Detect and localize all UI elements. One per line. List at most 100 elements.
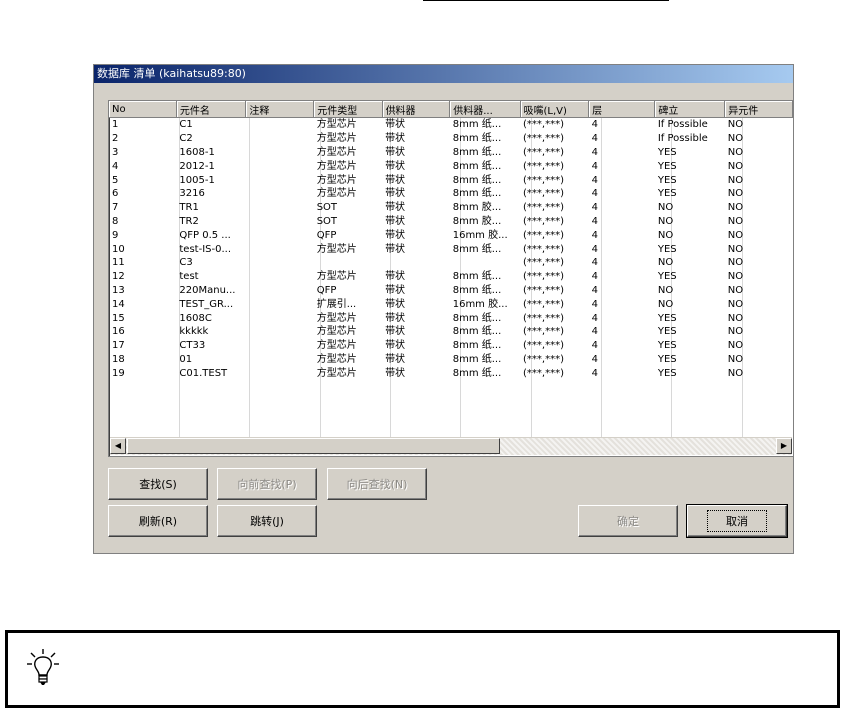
table-row[interactable]: 18 01 方型芯片 带状 8mm 纸... (***,***) 4 YES NO xyxy=(109,353,793,367)
table-cell: 8mm 纸... xyxy=(452,353,502,365)
tip-box xyxy=(5,630,840,708)
table-cell: 19 xyxy=(112,367,125,379)
table-row[interactable]: 6 3216 方型芯片 带状 8mm 纸... (***,***) 4 YES NO xyxy=(109,187,793,201)
table-cell: 4 xyxy=(591,243,598,255)
scroll-left-button[interactable]: ◀ xyxy=(110,438,126,454)
lightbulb-icon xyxy=(27,649,59,685)
table-row[interactable]: 11 C3 (***,***) 4 NO NO xyxy=(109,256,793,270)
column-header[interactable]: 异元件 xyxy=(724,101,793,118)
column-header[interactable]: 元件名 xyxy=(176,101,247,118)
column-header[interactable]: No xyxy=(109,101,177,118)
find-next-button[interactable]: 向后查找(N) xyxy=(327,468,427,500)
column-header[interactable]: 注释 xyxy=(245,101,315,118)
table-cell: 8mm 胶... xyxy=(452,215,502,227)
table-row[interactable]: 15 1608C 方型芯片 带状 8mm 纸... (***,***) 4 YES NO xyxy=(109,311,793,325)
empty-row xyxy=(109,394,793,408)
table-cell: NO xyxy=(727,160,744,172)
column-header[interactable]: 供料器... xyxy=(449,101,521,118)
empty-cell xyxy=(725,408,793,422)
table-cell: C3 xyxy=(179,257,193,269)
table-cell: YES xyxy=(657,188,677,200)
table-row[interactable]: 19 C01.TEST 方型芯片 带状 8mm 纸... (***,***) 4 YES NO xyxy=(109,366,793,380)
find-button[interactable]: 查找(S) xyxy=(108,468,208,500)
empty-cell xyxy=(655,394,725,408)
jump-button[interactable]: 跳转(J) xyxy=(217,505,317,537)
table-cell xyxy=(246,297,314,311)
table-cell xyxy=(246,159,314,173)
table-cell: 8mm 纸... xyxy=(452,188,502,200)
table-cell: 8mm 纸... xyxy=(452,312,502,324)
table-row[interactable]: 9 QFP 0.5 ... QFP 带状 16mm 胶... (***,***) 4 NO NO xyxy=(109,228,793,242)
find-prev-button[interactable]: 向前查找(P) xyxy=(217,468,317,500)
table-row[interactable]: 10 test-IS-0... 方型芯片 带状 8mm 纸... (***,***) 4 YE… xyxy=(109,242,793,256)
table-cell xyxy=(246,118,314,132)
table-cell: SOT xyxy=(316,215,338,227)
table-row[interactable]: 7 TR1 SOT 带状 8mm 胶... (***,***) 4 NO NO xyxy=(109,201,793,215)
column-header[interactable]: 层 xyxy=(588,101,656,118)
cancel-button[interactable]: 取消 xyxy=(686,504,788,538)
table-cell: (***,***) xyxy=(523,229,564,241)
table-cell: 带状 xyxy=(385,119,406,131)
table-cell: 8mm 纸... xyxy=(452,243,502,255)
scroll-thumb[interactable] xyxy=(127,438,500,454)
refresh-button[interactable]: 刷新(R) xyxy=(108,505,208,537)
table-row[interactable]: 14 TEST_GR... 扩展引... 带状 16mm 胶... (***,***) 4 N… xyxy=(109,297,793,311)
table-cell: 带状 xyxy=(385,312,406,324)
table-cell: NO xyxy=(727,340,744,352)
column-header[interactable]: 碑立 xyxy=(654,101,726,118)
table-row[interactable]: 2 C2 方型芯片 带状 8mm 纸... (***,***) 4 If Possible NO xyxy=(109,132,793,146)
table-cell: CT33 xyxy=(179,340,206,352)
table-cell: QFP xyxy=(316,284,337,296)
table-row[interactable]: 8 TR2 SOT 带状 8mm 胶... (***,***) 4 NO NO xyxy=(109,215,793,229)
table-cell: 4 xyxy=(591,284,598,296)
table-cell: 8 xyxy=(112,215,119,227)
table-cell: NO xyxy=(727,202,744,214)
table-cell: YES xyxy=(657,326,677,338)
title-bar[interactable]: 数据库 清单 (kaihatsu89:80) xyxy=(94,65,793,83)
table-row[interactable]: 12 test 方型芯片 带状 8mm 纸... (***,***) 4 YES NO xyxy=(109,270,793,284)
table-row[interactable]: 17 CT33 方型芯片 带状 8mm 纸... (***,***) 4 YES NO xyxy=(109,339,793,353)
table-cell: YES xyxy=(657,243,677,255)
table-cell: TR2 xyxy=(179,215,199,227)
table-cell: (***,***) xyxy=(523,174,564,186)
table-cell: NO xyxy=(727,229,744,241)
empty-cell xyxy=(520,422,589,436)
table-row[interactable]: 1 C1 方型芯片 带状 8mm 纸... (***,***) 4 If Possible NO xyxy=(109,118,793,132)
table-cell: NO xyxy=(727,367,744,379)
empty-row xyxy=(109,422,793,436)
column-header[interactable]: 元件类型 xyxy=(313,101,383,118)
table-cell: (***,***) xyxy=(523,271,564,283)
column-header[interactable]: 供料器 xyxy=(382,101,451,118)
horizontal-scrollbar[interactable]: ◀ ▶ xyxy=(110,437,792,455)
table-cell: 8mm 纸... xyxy=(452,326,502,338)
table-cell: (***,***) xyxy=(523,257,564,269)
table-cell: SOT xyxy=(316,202,338,214)
table-cell: (***,***) xyxy=(523,298,564,310)
scroll-right-button[interactable]: ▶ xyxy=(776,438,792,454)
table-cell xyxy=(246,366,314,380)
ok-button[interactable]: 确定 xyxy=(578,505,678,537)
table-row[interactable]: 16 kkkkk 方型芯片 带状 8mm 纸... (***,***) 4 YES NO xyxy=(109,325,793,339)
table-cell: 8mm 纸... xyxy=(452,340,502,352)
column-header[interactable]: 吸嘴(L,V) xyxy=(520,101,590,118)
table-cell: 15 xyxy=(112,312,125,324)
table-cell: 11 xyxy=(112,257,125,269)
table-cell: 01 xyxy=(179,353,193,365)
empty-cell xyxy=(314,380,382,394)
table-row[interactable]: 3 1608-1 方型芯片 带状 8mm 纸... (***,***) 4 YES NO xyxy=(109,146,793,160)
empty-cell xyxy=(314,422,382,436)
table-cell: YES xyxy=(657,353,677,365)
table-cell: 带状 xyxy=(385,188,406,200)
table-cell: 4 xyxy=(591,133,598,145)
table-row[interactable]: 4 2012-1 方型芯片 带状 8mm 纸... (***,***) 4 YES NO xyxy=(109,159,793,173)
table-cell: 带状 xyxy=(385,298,406,310)
table-cell: NO xyxy=(727,243,744,255)
table-cell: (***,***) xyxy=(523,202,564,214)
component-list-view[interactable]: No 元件名 注释 元件类型 供料器 供料器... 吸嘴(L,V) 层碑立 异元件 1 C1 方型芯… xyxy=(108,100,794,457)
table-row[interactable]: 5 1005-1 方型芯片 带状 8mm 纸... (***,***) 4 YES NO xyxy=(109,173,793,187)
empty-cell xyxy=(520,380,589,394)
table-row[interactable]: 13 220Manu... QFP 带状 8mm 纸... (***,***) 4 NO NO xyxy=(109,284,793,298)
refresh-button-label: 刷新(R) xyxy=(138,515,178,528)
table-cell: 4 xyxy=(591,188,598,200)
table-cell: 8mm 纸... xyxy=(452,271,502,283)
